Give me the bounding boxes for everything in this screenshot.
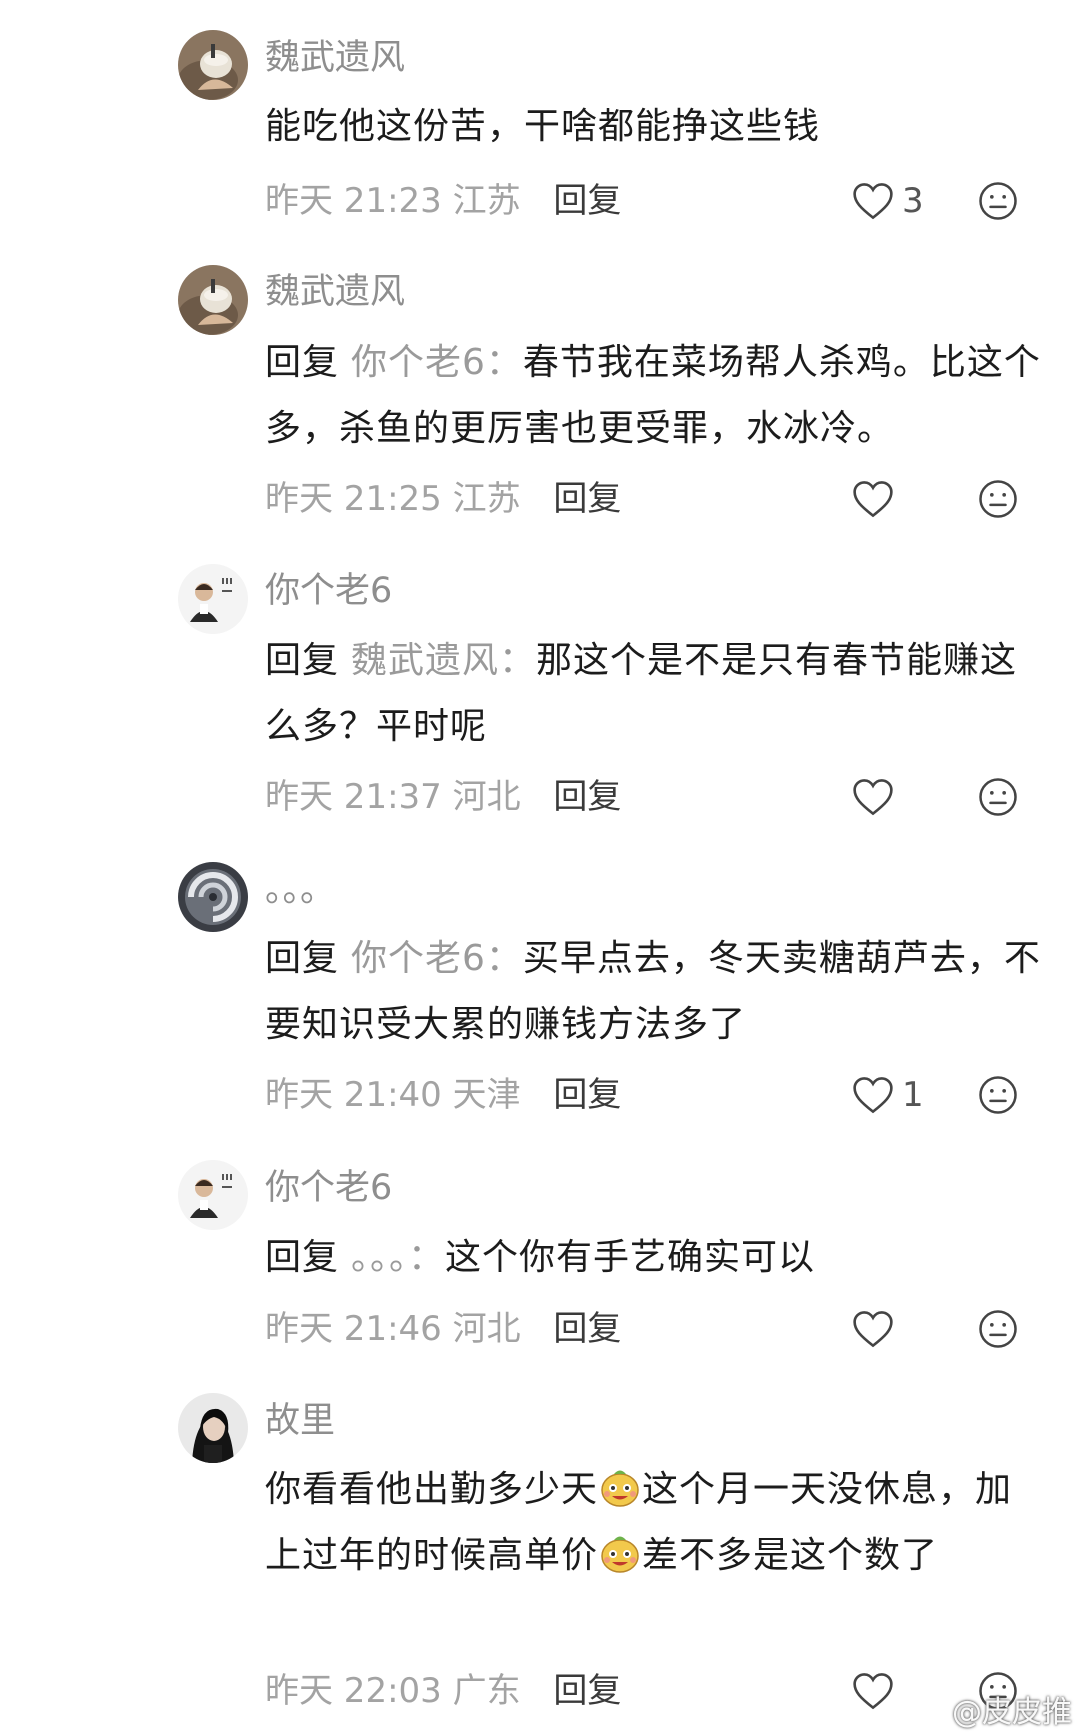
reply-button[interactable]: 回复 [553, 181, 621, 221]
watermark-text: @皮皮推 [952, 1695, 1072, 1730]
grinning-bean-emoji [601, 1470, 639, 1507]
reply-target-user[interactable]: 魏武遗风： [351, 640, 536, 681]
comment-author[interactable]: 魏武遗风 [265, 268, 405, 316]
avatar[interactable] [178, 862, 248, 932]
dislike-button[interactable] [978, 1071, 1018, 1119]
watermark: @皮皮推 [910, 1687, 1072, 1731]
like-button[interactable] [852, 1305, 894, 1353]
avatar[interactable] [178, 1393, 248, 1463]
heart-outline-icon [853, 1311, 893, 1348]
comment-text: 能吃他这份苦，干啥都能挣这些钱 [265, 106, 821, 147]
heart-outline-icon [853, 183, 893, 220]
reply-button[interactable]: 回复 [553, 1075, 621, 1115]
like-button[interactable] [852, 1667, 894, 1715]
avatar[interactable] [178, 1160, 248, 1230]
reply-prefix: 回复 [265, 1237, 340, 1278]
comment-meta: 昨天 21:40 天津 回复 [265, 1071, 621, 1119]
grinning-bean-emoji [601, 1536, 639, 1573]
comment-location: 河北 [452, 1309, 521, 1349]
dislike-button[interactable] [978, 177, 1018, 225]
comment-author[interactable]: 。。。 [265, 866, 335, 914]
comment-author[interactable]: 你个老6 [265, 567, 392, 615]
reply-button[interactable]: 回复 [553, 1309, 621, 1349]
comment-time: 昨天 21:37 [265, 777, 442, 817]
comment-text-part: 你看看他出勤多少天 [265, 1469, 599, 1510]
heart-outline-icon [853, 1077, 893, 1114]
like-count: 3 [902, 181, 924, 221]
reply-button[interactable]: 回复 [553, 777, 621, 817]
reply-prefix: 回复 [265, 640, 340, 681]
heart-outline-icon [853, 481, 893, 518]
reply-target-user[interactable]: 你个老6： [351, 938, 523, 979]
like-button[interactable]: 3 [852, 177, 924, 225]
comment-author[interactable]: 魏武遗风 [265, 34, 405, 82]
comment-meta: 昨天 21:25 江苏 回复 [265, 475, 621, 523]
reply-button[interactable]: 回复 [553, 479, 621, 519]
reply-target-user[interactable]: 你个老6： [351, 342, 523, 383]
like-button[interactable]: 1 [852, 1071, 924, 1119]
dislike-button[interactable] [978, 475, 1018, 523]
like-count: 1 [902, 1075, 924, 1115]
avatar[interactable] [178, 30, 248, 100]
comment-meta: 昨天 22:03 广东 回复 [265, 1667, 621, 1715]
reply-text: 这个你有手艺确实可以 [445, 1237, 816, 1278]
reply-prefix: 回复 [265, 342, 340, 383]
dislike-button[interactable] [978, 1305, 1018, 1353]
comment-text: 你看看他出勤多少天 这个月一天没休息，加上过年的时候高单价 差不多是这个数了 [265, 1457, 1045, 1589]
meh-face-icon [979, 1310, 1017, 1348]
avatar[interactable] [178, 564, 248, 634]
avatar[interactable] [178, 265, 248, 335]
heart-outline-icon [853, 779, 893, 816]
reply-button[interactable]: 回复 [553, 1671, 621, 1711]
like-button[interactable] [852, 475, 894, 523]
comment-meta: 昨天 21:37 河北 回复 [265, 773, 621, 821]
comment-location: 河北 [452, 777, 521, 817]
comment-meta: 昨天 21:23 江苏 回复 [265, 177, 621, 225]
comment-time: 昨天 22:03 [265, 1671, 442, 1711]
comment-author[interactable]: 你个老6 [265, 1164, 392, 1212]
comment-location: 江苏 [452, 479, 521, 519]
heart-outline-icon [853, 1673, 893, 1710]
comment-author[interactable]: 故里 [265, 1397, 335, 1445]
meh-face-icon [979, 182, 1017, 220]
comment-meta: 昨天 21:46 河北 回复 [265, 1305, 621, 1353]
meh-face-icon [979, 1076, 1017, 1114]
comment-location: 广东 [452, 1671, 521, 1711]
reply-target-user[interactable]: 。。。： [351, 1237, 445, 1278]
comment-time: 昨天 21:46 [265, 1309, 442, 1349]
comment-time: 昨天 21:40 [265, 1075, 442, 1115]
comment-text-part: 差不多是这个数了 [642, 1535, 939, 1576]
comment-text: 回复 你个老6：春节我在菜场帮人杀鸡。比这个多，杀鱼的更厉害也更受罪，水冰冷。 [265, 330, 1045, 462]
like-button[interactable] [852, 773, 894, 821]
comment-text: 回复 你个老6：买早点去，冬天卖糖葫芦去，不要知识受大累的赚钱方法多了 [265, 926, 1045, 1058]
comment-text: 回复 。。。：这个你有手艺确实可以 [265, 1225, 1045, 1291]
weibo-logo-icon [910, 1696, 945, 1724]
comment-time: 昨天 21:25 [265, 479, 442, 519]
reply-prefix: 回复 [265, 938, 340, 979]
meh-face-icon [979, 778, 1017, 816]
comment-location: 江苏 [452, 181, 521, 221]
comment-time: 昨天 21:23 [265, 181, 442, 221]
dislike-button[interactable] [978, 773, 1018, 821]
meh-face-icon [979, 480, 1017, 518]
comment-location: 天津 [452, 1075, 521, 1115]
comment-text: 回复 魏武遗风：那这个是不是只有春节能赚这么多？平时呢 [265, 628, 1045, 760]
